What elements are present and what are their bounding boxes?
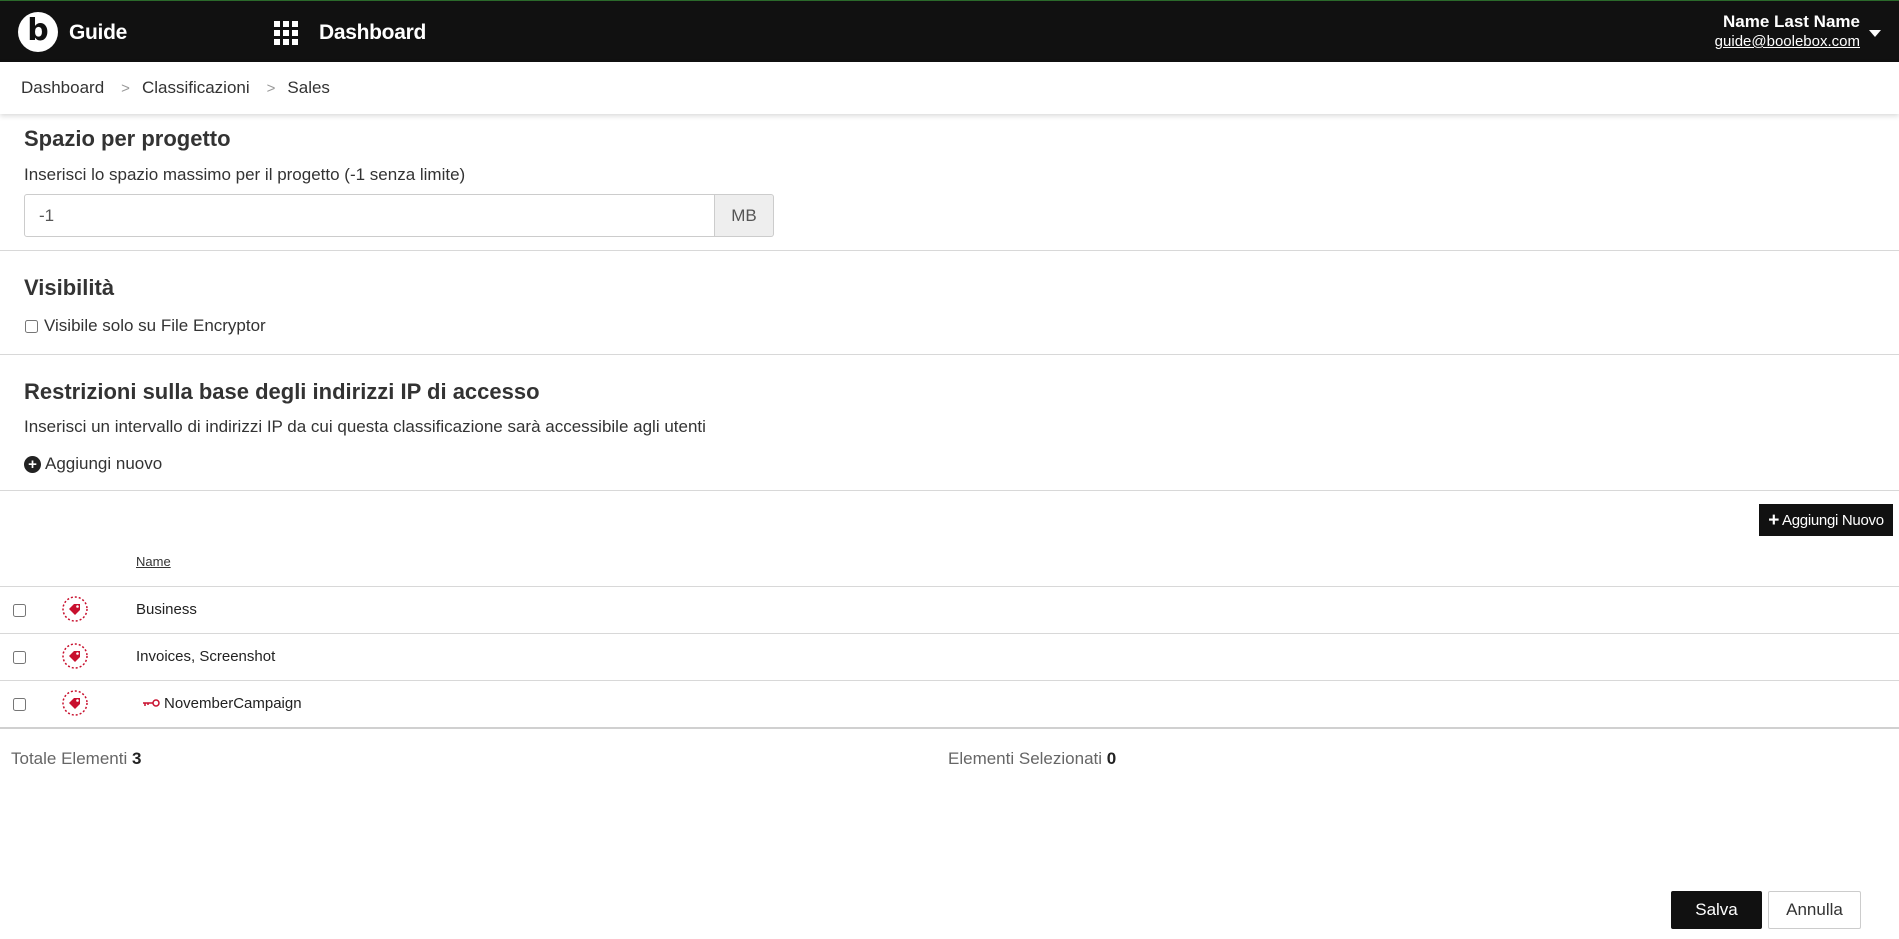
classification-table: Business Invoices, Screenshot NovemberCa… [0, 586, 1899, 727]
row-name[interactable]: NovemberCampaign [164, 695, 302, 712]
user-menu[interactable]: Name Last Name guide@boolebox.com [1715, 12, 1860, 52]
breadcrumb-item-dashboard[interactable]: Dashboard [21, 78, 104, 98]
row-checkbox[interactable] [13, 604, 26, 617]
apps-grid-icon[interactable] [274, 21, 298, 45]
space-section-description: Inserisci lo spazio massimo per il proge… [24, 165, 466, 184]
total-elements-value: 3 [131, 749, 142, 768]
selected-elements: Elementi Selezionati 0 [948, 749, 1116, 769]
file-encryptor-checkbox[interactable] [25, 319, 38, 333]
logo[interactable]: b [18, 12, 58, 52]
breadcrumb-separator: > [266, 79, 276, 97]
save-button[interactable]: Salva [1671, 891, 1762, 929]
file-encryptor-label: Visibile solo su File Encryptor [44, 316, 266, 335]
ip-section-title: Restrizioni sulla base degli indirizzi I… [24, 379, 540, 404]
space-section-title: Spazio per progetto [24, 126, 231, 151]
column-header-name[interactable]: Name [136, 554, 171, 569]
plus-icon: + [1768, 509, 1780, 531]
table-row[interactable]: Business [0, 586, 1899, 633]
chevron-down-icon[interactable] [1869, 30, 1881, 37]
space-unit-addon: MB [715, 194, 774, 237]
table-row[interactable]: NovemberCampaign [0, 680, 1899, 727]
space-input-group: MB [24, 194, 774, 237]
cancel-button[interactable]: Annulla [1768, 891, 1861, 929]
top-bar: b Guide Dashboard Name Last Name guide@b… [0, 0, 1899, 62]
space-input[interactable] [24, 194, 715, 237]
section-divider [0, 354, 1899, 355]
total-elements: Totale Elementi 3 [11, 749, 141, 769]
breadcrumb-item-classificazioni[interactable]: Classificazioni [142, 78, 250, 98]
add-ip-range-link[interactable]: + Aggiungi nuovo [24, 454, 162, 474]
row-name[interactable]: Invoices, Screenshot [136, 648, 275, 665]
table-row[interactable]: Invoices, Screenshot [0, 633, 1899, 680]
plus-circle-icon: + [24, 455, 41, 473]
nav-title[interactable]: Dashboard [319, 21, 426, 45]
visibility-option[interactable]: Visibile solo su File Encryptor [24, 316, 266, 336]
visibility-section-title: Visibilità [24, 275, 115, 300]
app-name[interactable]: Guide [69, 21, 127, 45]
breadcrumb-separator: > [121, 79, 130, 97]
user-email[interactable]: guide@boolebox.com [1715, 32, 1860, 52]
key-icon [143, 699, 160, 707]
row-checkbox[interactable] [13, 651, 26, 664]
logo-letter: b [27, 13, 49, 48]
ip-section-description: Inserisci un intervallo di indirizzi IP … [24, 417, 706, 436]
selected-elements-label: Elementi Selezionati [948, 749, 1103, 768]
add-new-button[interactable]: + Aggiungi Nuovo [1759, 504, 1893, 536]
section-divider [0, 250, 1899, 251]
table-bottom-border [0, 727, 1899, 729]
breadcrumb-item-sales: Sales [287, 78, 330, 97]
row-name[interactable]: Business [136, 601, 197, 618]
selected-elements-value: 0 [1106, 749, 1117, 768]
add-new-button-label: Aggiungi Nuovo [1782, 511, 1884, 529]
user-name: Name Last Name [1722, 12, 1860, 31]
row-checkbox[interactable] [13, 698, 26, 711]
breadcrumb: Dashboard > Classificazioni > Sales [0, 62, 1899, 114]
tag-icon [62, 690, 88, 716]
tag-icon [62, 643, 88, 669]
total-elements-label: Totale Elementi [11, 749, 128, 768]
tag-icon [62, 596, 88, 622]
section-divider [0, 490, 1899, 491]
add-ip-range-label: Aggiungi nuovo [45, 454, 163, 473]
